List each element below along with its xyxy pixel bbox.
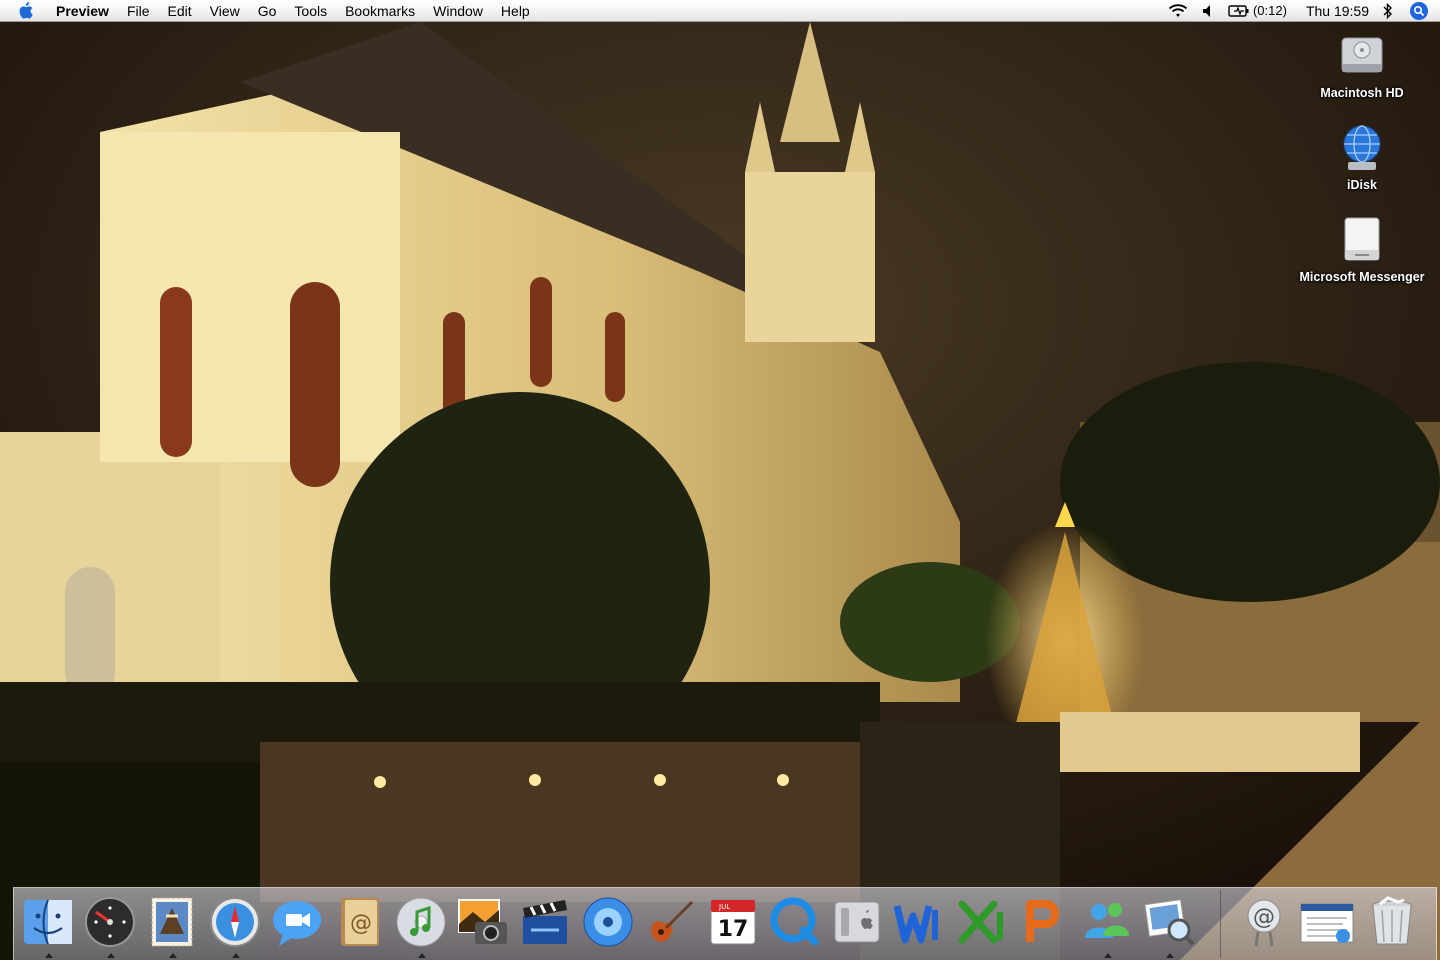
battery-icon	[1228, 4, 1249, 17]
dock-iphoto[interactable]	[455, 894, 511, 952]
safari-compass-icon	[210, 897, 260, 947]
dock-mail-docklet[interactable]: @	[1236, 894, 1292, 952]
dock-word[interactable]	[891, 894, 947, 952]
dock-address-book[interactable]: @	[331, 894, 387, 952]
spotlight-icon[interactable]	[1410, 1, 1428, 20]
garageband-guitar-icon	[651, 900, 694, 942]
running-indicator	[169, 953, 177, 958]
bluetooth-icon[interactable]	[1376, 0, 1400, 22]
ical-month: JUL	[718, 903, 730, 911]
menu-view[interactable]: View	[201, 0, 249, 22]
battery-time: (0:12)	[1252, 3, 1287, 18]
dock-ical[interactable]: JUL 17	[705, 894, 761, 952]
dock-ichat[interactable]	[269, 894, 325, 952]
menu-bar: Preview File Edit View Go Tools Bookmark…	[0, 0, 1440, 22]
dock-safari[interactable]	[207, 894, 263, 958]
dock-preview[interactable]	[1141, 894, 1197, 958]
wifi-icon[interactable]	[1161, 0, 1195, 22]
messenger-icon	[1085, 903, 1129, 938]
svg-text:@: @	[1253, 905, 1275, 930]
running-indicator	[45, 953, 53, 958]
dock: @ JUL 17 @	[13, 887, 1437, 960]
address-book-icon: @	[341, 898, 379, 946]
dock-divider	[1220, 890, 1221, 958]
dock-system-preferences[interactable]	[829, 894, 885, 952]
drive-volume-icon	[1336, 214, 1388, 266]
desktop-wallpaper	[0, 22, 1440, 960]
ical-calendar-icon: JUL 17	[710, 899, 756, 945]
desktop-icon-label: iDisk	[1347, 178, 1377, 192]
menu-help[interactable]: Help	[492, 0, 539, 22]
menu-app-name[interactable]: Preview	[50, 0, 118, 22]
volume-icon[interactable]	[1195, 0, 1221, 22]
desktop-icon-macintosh-hd[interactable]: Macintosh HD	[1282, 30, 1440, 100]
menu-file[interactable]: File	[118, 0, 159, 22]
idvd-icon	[583, 897, 633, 947]
running-indicator	[418, 953, 426, 958]
preview-icon	[1144, 899, 1195, 946]
dock-dashboard[interactable]	[82, 894, 138, 958]
dock-imovie[interactable]	[517, 894, 573, 952]
running-indicator	[107, 953, 115, 958]
hard-drive-icon	[1336, 30, 1388, 82]
running-indicator	[1104, 953, 1112, 958]
menu-go[interactable]: Go	[249, 0, 286, 22]
desktop-icon-label: Microsoft Messenger	[1299, 270, 1425, 284]
document-icon	[1300, 903, 1354, 943]
dashboard-icon	[85, 897, 135, 947]
clock-text: Thu 19:59	[1305, 2, 1369, 19]
word-icon	[893, 905, 938, 944]
idisk-globe-icon	[1336, 122, 1388, 174]
menu-clock[interactable]: Thu 19:59	[1294, 0, 1376, 22]
dock-mail[interactable]	[144, 894, 200, 958]
menu-window[interactable]: Window	[424, 0, 492, 22]
running-indicator	[232, 953, 240, 958]
dock-quicktime[interactable]	[767, 894, 823, 952]
finder-icon	[24, 899, 72, 945]
iphoto-icon	[458, 899, 507, 944]
dock-document[interactable]	[1299, 894, 1355, 952]
dock-finder[interactable]	[20, 894, 76, 958]
trash-icon	[1371, 896, 1413, 945]
powerpoint-icon	[1026, 900, 1059, 942]
ical-day: 17	[718, 917, 749, 942]
at-sign-icon: @	[1247, 899, 1281, 947]
dock-messenger[interactable]	[1079, 894, 1135, 958]
dock-excel[interactable]	[954, 894, 1010, 952]
battery-status[interactable]: (0:12)	[1221, 0, 1294, 22]
mail-stamp-icon	[151, 897, 193, 947]
svg-text:@: @	[350, 911, 372, 936]
dock-trash[interactable]	[1364, 894, 1420, 952]
menu-extras: (0:12) Thu 19:59	[1161, 0, 1440, 22]
dock-powerpoint[interactable]	[1016, 894, 1072, 952]
dock-itunes[interactable]	[393, 894, 449, 958]
dock-garageband[interactable]	[642, 894, 698, 952]
quicktime-icon	[770, 897, 819, 946]
apple-menu-icon[interactable]	[18, 1, 36, 20]
desktop-icon-idisk[interactable]: iDisk	[1282, 122, 1440, 192]
system-preferences-icon	[834, 901, 880, 943]
menu-bookmarks[interactable]: Bookmarks	[336, 0, 424, 22]
excel-icon	[958, 900, 1003, 944]
ichat-icon	[273, 901, 321, 946]
imovie-clapper-icon	[523, 900, 567, 944]
running-indicator	[1166, 953, 1174, 958]
dock-idvd[interactable]	[580, 894, 636, 952]
menu-edit[interactable]: Edit	[159, 0, 201, 22]
itunes-icon	[396, 897, 446, 947]
menu-tools[interactable]: Tools	[285, 0, 336, 22]
desktop-icon-microsoft-messenger[interactable]: Microsoft Messenger	[1282, 214, 1440, 284]
desktop-icon-label: Macintosh HD	[1320, 86, 1404, 100]
